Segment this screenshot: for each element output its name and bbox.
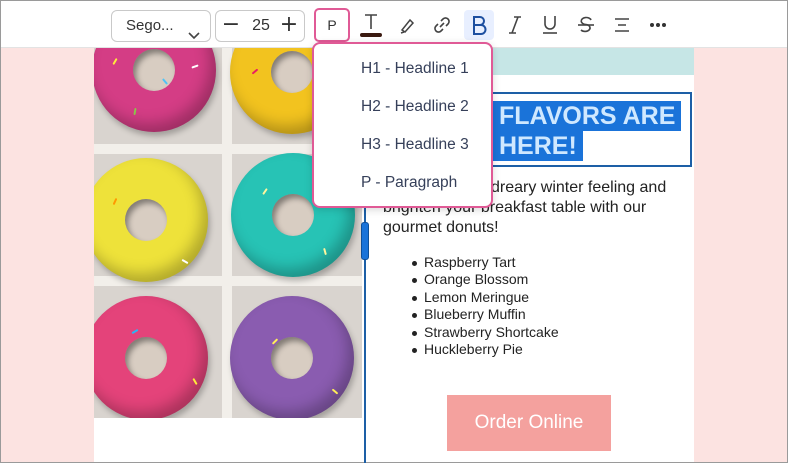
align-icon[interactable] [607, 10, 637, 40]
italic-icon[interactable] [500, 10, 530, 40]
headline-line-1[interactable]: FLAVORS ARE [493, 101, 682, 131]
font-family-select[interactable]: Sego... [111, 10, 211, 42]
menu-item-h1[interactable]: H1 - Headline 1 [361, 58, 469, 80]
underline-icon[interactable] [535, 10, 565, 40]
order-online-button[interactable]: Order Online [447, 395, 611, 451]
body-line: gourmet donuts! [383, 219, 499, 236]
paragraph-style-menu: H1 - Headline 1 H2 - Headline 2 H3 - Hea… [312, 42, 493, 208]
text-color-icon[interactable] [356, 10, 386, 40]
bold-icon[interactable] [464, 10, 494, 40]
list-item: Blueberry Muffin [408, 306, 559, 323]
donut-purple [230, 296, 354, 418]
content-left-rule [364, 167, 366, 463]
highlighter-icon[interactable] [392, 10, 422, 40]
link-icon[interactable] [427, 10, 457, 40]
flavor-list[interactable]: Raspberry Tart Orange Blossom Lemon Meri… [408, 254, 559, 358]
list-item: Orange Blossom [408, 271, 559, 288]
font-size-value[interactable]: 25 [246, 11, 276, 41]
font-family-value: Sego... [126, 17, 174, 34]
increase-size-button[interactable]: + [276, 11, 302, 41]
donut-pink [94, 48, 216, 132]
list-item: Lemon Meringue [408, 289, 559, 306]
decrease-size-button[interactable]: − [218, 11, 244, 41]
menu-item-h3[interactable]: H3 - Headline 3 [361, 134, 469, 156]
resize-handle[interactable] [361, 222, 369, 260]
strikethrough-icon[interactable] [571, 10, 601, 40]
donut-raspberry [94, 296, 208, 418]
formatting-toolbar: Sego... − 25 + P [1, 1, 787, 48]
font-size-stepper[interactable]: − 25 + [215, 10, 305, 42]
paragraph-style-button[interactable]: P [314, 8, 350, 42]
headline-line-2[interactable]: HERE! [493, 131, 583, 161]
list-item: Strawberry Shortcake [408, 324, 559, 341]
more-icon[interactable] [643, 10, 673, 40]
menu-item-paragraph[interactable]: P - Paragraph [361, 172, 457, 194]
chevron-down-icon [188, 21, 200, 51]
list-item: Raspberry Tart [408, 254, 559, 271]
donut-lemon [94, 158, 208, 282]
list-item: Huckleberry Pie [408, 341, 559, 358]
menu-item-h2[interactable]: H2 - Headline 2 [361, 96, 469, 118]
